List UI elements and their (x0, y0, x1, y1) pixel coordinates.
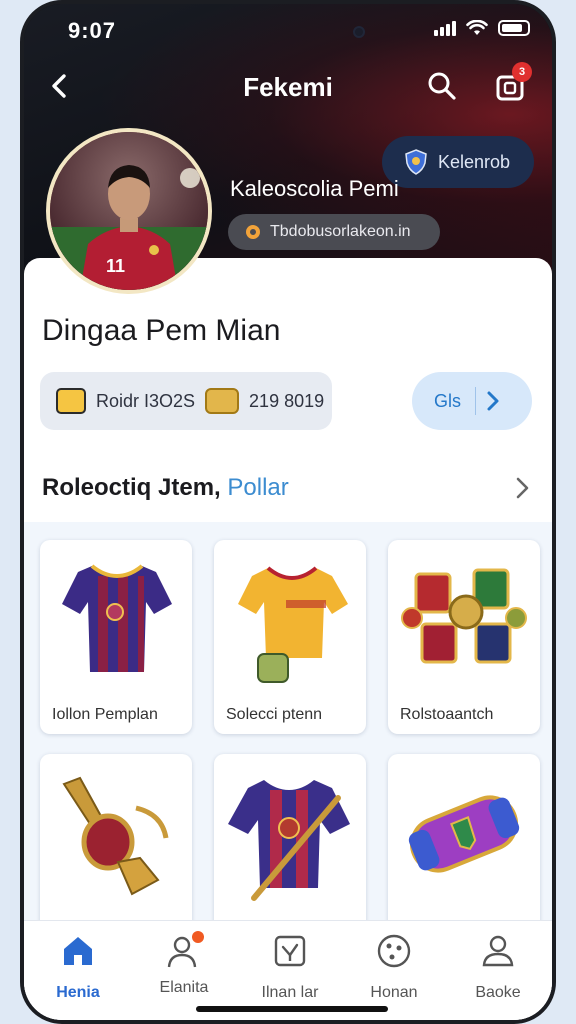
tab-collection[interactable]: Ilnan lar (240, 931, 340, 1001)
item-card-capsule[interactable] (388, 754, 540, 948)
item-card-jersey-sword[interactable] (214, 754, 366, 948)
capsule-icon (408, 795, 520, 873)
notification-dot (192, 931, 204, 943)
item-card-jersey-gold[interactable]: Solecci ptenn (214, 540, 366, 734)
chevron-right-icon[interactable] (512, 474, 534, 502)
item-card-jersey-blue[interactable]: Iollon Pemplan (40, 540, 192, 734)
url-text: Tbdobusorlakeon.in (270, 223, 411, 240)
home-indicator[interactable] (196, 1006, 388, 1012)
coins-icon (205, 388, 240, 414)
horn-icon (62, 776, 169, 896)
signal-icon (434, 20, 456, 36)
phone-frame: 9:07 Fekemi 3 11 Kelenrob Kaleoscolia Pe… (20, 0, 556, 1024)
status-bar: 9:07 (24, 14, 552, 46)
section-header: Roleoctiq Jtem, Pollar (42, 474, 289, 502)
tab-account[interactable]: Baoke (448, 931, 548, 1001)
stats-b: 219 8019 (249, 390, 325, 411)
tab-label: Henia (56, 984, 100, 1001)
jersey-icon (238, 566, 348, 683)
battery-icon (498, 20, 530, 36)
ball-icon (377, 934, 411, 968)
item-label: Iollon Pemplan (52, 706, 158, 723)
cart-badge: 3 (512, 62, 532, 82)
ticket-icon (56, 388, 86, 414)
page-title: Fekemi (243, 72, 333, 102)
status-time: 9:07 (68, 18, 117, 43)
tab-ball[interactable]: Honan (344, 931, 444, 1001)
stats-pill[interactable]: Roidr I3O2S 219 8019 (40, 372, 332, 430)
wifi-icon (466, 20, 488, 35)
profile-sheet: Dingaa Pem Mian Roidr I3O2S 219 8019 Gls… (24, 258, 552, 1020)
item-label: Rolstoaantch (400, 706, 494, 723)
front-camera (353, 26, 365, 38)
stats-a: Roidr I3O2S (96, 390, 196, 411)
tab-profile[interactable]: Elanita (134, 931, 234, 1001)
user-icon (482, 935, 514, 967)
top-bar: Fekemi 3 (24, 62, 552, 112)
tab-label: Honan (370, 984, 418, 1001)
profile-name: Dingaa Pem Mian (42, 314, 281, 347)
collectibles-icon (401, 568, 527, 664)
item-card-trophy-horn[interactable] (40, 754, 192, 948)
shield-icon (405, 149, 427, 175)
collector-name: Kaleoscolia Pemi (230, 176, 399, 201)
avatar[interactable]: 11 (46, 128, 212, 294)
status-icons (434, 20, 530, 36)
tab-label: Ilnan lar (261, 984, 319, 1001)
home-icon (64, 937, 92, 965)
membership-badge[interactable]: Kelenrob (382, 136, 534, 188)
chevron-right-icon (487, 391, 499, 411)
tab-label: Elanita (159, 979, 209, 996)
item-card-collectibles[interactable]: Rolstoaantch (388, 540, 540, 734)
link-icon (246, 225, 260, 239)
profile-url[interactable]: Tbdobusorlakeon.in (228, 214, 440, 250)
profile-icon (164, 931, 204, 971)
section-title: Roleoctiq Jtem, (42, 474, 221, 501)
action-label: Gls (434, 390, 461, 411)
tab-home[interactable]: Henia (28, 931, 128, 1001)
section-link[interactable]: Pollar (227, 474, 288, 501)
search-icon[interactable] (424, 68, 460, 104)
item-label: Solecci ptenn (226, 706, 323, 723)
badge-label: Kelenrob (438, 151, 511, 172)
collection-icon (274, 935, 306, 967)
action-divider (475, 387, 476, 415)
tab-label: Baoke (475, 984, 521, 1001)
jersey-icon (228, 780, 350, 901)
action-pill[interactable]: Gls (412, 372, 532, 430)
player-photo: 11 (50, 132, 208, 290)
jersey-icon (62, 564, 172, 672)
svg-text:11: 11 (106, 256, 125, 276)
